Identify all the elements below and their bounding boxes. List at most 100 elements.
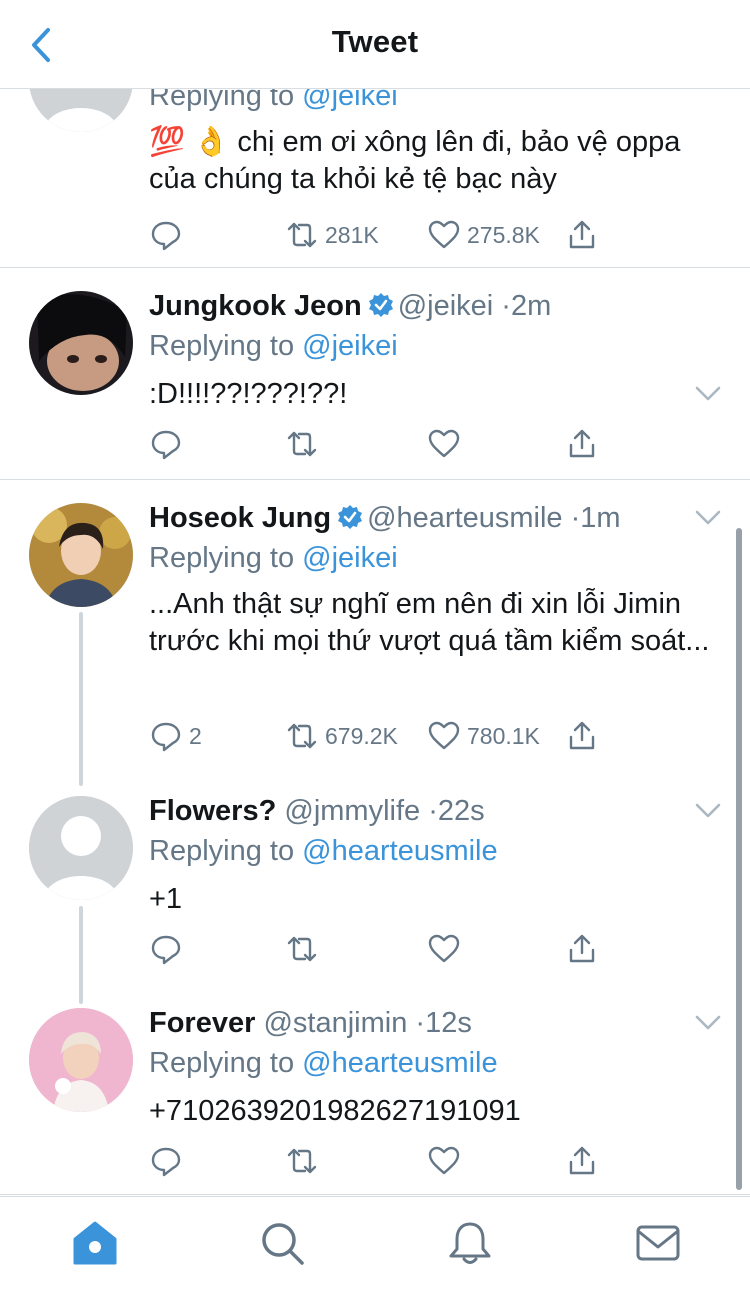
replying-to: Replying to @hearteusmile [149, 833, 498, 869]
heart-icon [428, 721, 460, 750]
tweet-separator [0, 267, 750, 268]
chevron-down-icon[interactable] [694, 801, 722, 821]
notifications-bell-icon[interactable] [446, 1219, 494, 1267]
like-button[interactable]: 780.1K [427, 716, 540, 756]
bottom-tab-bar [0, 1196, 750, 1295]
tweet-text: 💯 👌 chị em ơi xông lên đi, bảo vệ oppa c… [149, 126, 681, 195]
user-handle[interactable]: @jeikei [398, 290, 494, 322]
heart-icon [428, 220, 460, 249]
user-avatar[interactable] [29, 1008, 133, 1112]
retweet-button[interactable]: 281K [285, 215, 379, 255]
like-button[interactable]: 275.8K [427, 215, 540, 255]
default-avatar-icon[interactable] [29, 796, 133, 900]
like-button[interactable] [427, 1141, 467, 1181]
user-handle[interactable]: @hearteusmile [367, 502, 562, 534]
tweet-text: :D!!!!??!???!??! [149, 378, 348, 410]
display-name[interactable]: Jungkook Jeon [149, 290, 362, 322]
tweet-item[interactable]: Forever @stanjimin ·12s Replying to @hea… [0, 1005, 750, 1195]
display-name[interactable]: Hoseok Jung [149, 502, 331, 534]
tweet-header: Forever @stanjimin ·12s [149, 1005, 472, 1041]
share-button[interactable] [565, 1141, 599, 1181]
replying-to-handle-link[interactable]: @jeikei [302, 542, 398, 574]
retweet-button[interactable]: 679.2K [285, 716, 398, 756]
retweet-count: 679.2K [325, 722, 398, 749]
replying-to-prefix: Replying to [149, 88, 295, 112]
share-button[interactable] [565, 716, 599, 756]
tweet-item[interactable]: Flowers? @jmmylife ·22s Replying to @hea… [0, 793, 750, 993]
replying-to-handle-link[interactable]: @jeikei [302, 88, 398, 112]
tweet-item[interactable]: Replying to @jeikei 💯 👌 chị em ơi xông l… [0, 88, 750, 268]
share-icon [569, 934, 595, 963]
replying-to-handle-link[interactable]: @hearteusmile [302, 1047, 497, 1079]
retweet-button[interactable] [285, 929, 325, 969]
reply-button[interactable]: 2 [149, 716, 202, 756]
tweet-item[interactable]: Hoseok Jung @hearteusmile ·1m Replying to… [0, 500, 750, 800]
retweet-icon [287, 222, 317, 248]
separator-dot: · [415, 1007, 426, 1039]
separator-dot: · [428, 795, 438, 827]
scrollbar[interactable] [736, 528, 742, 1190]
heart-icon [428, 429, 460, 458]
verified-badge-icon [368, 293, 393, 317]
share-icon [569, 721, 595, 750]
default-avatar-icon[interactable] [29, 88, 133, 132]
display-name[interactable]: Flowers? [149, 795, 276, 827]
retweet-icon [287, 1148, 317, 1174]
user-handle[interactable]: @jmmylife [284, 795, 420, 827]
replying-to-prefix: Replying to [149, 835, 295, 867]
reply-button[interactable] [149, 215, 189, 255]
tweet-actions [149, 424, 619, 464]
like-count: 275.8K [467, 221, 540, 248]
tweet-text: +7102639201982627191091 [149, 1095, 521, 1127]
reply-bubble-icon [151, 430, 181, 460]
replying-to-prefix: Replying to [149, 542, 295, 574]
user-handle[interactable]: @stanjimin [263, 1007, 407, 1039]
replying-to-prefix: Replying to [149, 1047, 295, 1079]
reply-button[interactable] [149, 424, 189, 464]
verified-badge-icon [338, 505, 363, 529]
home-icon[interactable] [71, 1219, 119, 1267]
top-navigation-bar: Tweet [0, 0, 750, 89]
tweet-actions [149, 1141, 619, 1181]
user-avatar[interactable] [29, 503, 133, 607]
tweet-header: Hoseok Jung @hearteusmile ·1m [149, 500, 621, 536]
separator-dot: · [501, 290, 511, 322]
retweet-button[interactable] [285, 424, 325, 464]
timestamp: 1m [580, 502, 621, 534]
search-icon[interactable] [258, 1219, 306, 1267]
reply-bubble-icon [151, 935, 181, 965]
replying-to: Replying to @hearteusmile [149, 1045, 498, 1081]
display-name[interactable]: Forever [149, 1007, 255, 1039]
replying-to-handle-link[interactable]: @hearteusmile [302, 835, 497, 867]
tweet-thread[interactable]: Replying to @jeikei 💯 👌 chị em ơi xông l… [0, 88, 750, 1196]
page-title: Tweet [331, 24, 419, 59]
tweet-actions: 2 679.2K 780.1K [149, 716, 619, 756]
like-count: 780.1K [467, 722, 540, 749]
reply-bubble-icon [151, 221, 181, 251]
share-icon [569, 429, 595, 458]
reply-button[interactable] [149, 1141, 189, 1181]
retweet-icon [287, 723, 317, 749]
heart-icon [428, 934, 460, 963]
share-button[interactable] [565, 424, 599, 464]
share-button[interactable] [565, 215, 599, 255]
chevron-down-icon[interactable] [694, 508, 722, 528]
tweet-text: ...Anh thật sự nghĩ em nên đi xin lỗi Ji… [149, 588, 710, 657]
replying-to-handle-link[interactable]: @jeikei [302, 330, 398, 362]
timestamp: 12s [425, 1007, 472, 1039]
timestamp: 22s [437, 795, 485, 827]
messages-envelope-icon[interactable] [634, 1219, 682, 1267]
retweet-button[interactable] [285, 1141, 325, 1181]
reply-button[interactable] [149, 929, 189, 969]
like-button[interactable] [427, 424, 467, 464]
retweet-count: 281K [325, 221, 379, 248]
replying-to: Replying to @jeikei [149, 88, 398, 114]
like-button[interactable] [427, 929, 467, 969]
tweet-text: +1 [149, 883, 183, 915]
reply-bubble-icon [151, 722, 181, 752]
timestamp: 2m [510, 290, 552, 322]
tweet-separator [0, 1194, 750, 1195]
chevron-down-icon[interactable] [694, 1013, 722, 1033]
user-avatar[interactable] [29, 291, 133, 395]
share-button[interactable] [565, 929, 599, 969]
